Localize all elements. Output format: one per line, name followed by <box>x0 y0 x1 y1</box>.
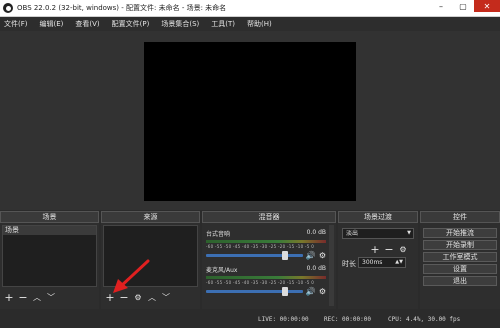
annotation-arrow-icon <box>113 259 150 293</box>
remove-transition-icon[interactable]: − <box>382 243 396 257</box>
channel-db: 0.0 dB <box>306 229 326 236</box>
status-bar: LIVE: 00:00:00 REC: 00:00:00 CPU: 4.4%, … <box>0 311 500 328</box>
add-transition-icon[interactable]: + <box>368 243 382 257</box>
menu-profile[interactable]: 配置文件(P) <box>112 19 150 29</box>
mixer-channels: 台式音响 0.0 dB -60 -55 -50 -45 -40 -35 -30 … <box>204 225 326 306</box>
meter-ticks: -60 -55 -50 -45 -40 -35 -30 -25 -20 -15 … <box>206 280 315 285</box>
duration-input[interactable]: 300ms ▲▼ <box>358 257 406 268</box>
close-button[interactable]: ✕ <box>474 0 500 12</box>
scenes-list[interactable]: 场景 <box>2 225 97 287</box>
channel-settings-gear-icon[interactable]: ⚙ <box>319 251 326 260</box>
scene-list-item[interactable]: 场景 <box>3 226 96 235</box>
cpu-status: CPU: 4.4%, 30.00 fps <box>388 316 461 323</box>
start-recording-button[interactable]: 开始录制 <box>423 240 497 250</box>
spin-arrows-icon[interactable]: ▲▼ <box>395 258 403 267</box>
title-bar: OBS 22.0.2 (32-bit, windows) - 配置文件: 未命名… <box>0 0 500 17</box>
menu-file[interactable]: 文件(F) <box>4 19 28 29</box>
meter-ticks: -60 -55 -50 -45 -40 -35 -30 -25 -20 -15 … <box>206 244 315 249</box>
exit-button[interactable]: 退出 <box>423 276 497 286</box>
transition-select[interactable]: 淡出 ▼ <box>342 228 414 239</box>
channel-settings-gear-icon[interactable]: ⚙ <box>319 287 326 296</box>
channel-name: 台式音响 <box>206 231 231 238</box>
mixer-dock: 混音器 台式音响 0.0 dB -60 -55 -50 -45 -40 -35 … <box>202 211 336 309</box>
mixer-scrollbar[interactable] <box>329 225 334 306</box>
volume-meter <box>206 276 326 279</box>
minimize-button[interactable]: – <box>430 0 452 12</box>
menu-tools[interactable]: 工具(T) <box>211 19 235 29</box>
scenes-dock: 场景 场景 + − ︿ ﹀ <box>0 211 99 309</box>
preview-canvas[interactable] <box>144 42 356 201</box>
move-down-icon[interactable]: ﹀ <box>44 291 58 305</box>
move-up-icon[interactable]: ︿ <box>30 291 44 305</box>
transition-select-value: 淡出 <box>346 230 359 237</box>
settings-button[interactable]: 设置 <box>423 264 497 274</box>
transitions-dock: 场景过渡 淡出 ▼ + − ⚙ 时长 300ms ▲▼ <box>338 211 418 309</box>
controls-dock-title: 控件 <box>420 211 500 223</box>
move-down-icon[interactable]: ﹀ <box>159 291 173 305</box>
menu-edit[interactable]: 编辑(E) <box>40 19 64 29</box>
mixer-dock-title: 混音器 <box>202 211 336 223</box>
duration-value: 300ms <box>362 259 383 266</box>
sources-dock-title: 来源 <box>101 211 200 223</box>
transition-buttons: + − ⚙ <box>368 243 410 257</box>
live-status: LIVE: 00:00:00 <box>258 316 309 323</box>
remove-scene-icon[interactable]: − <box>16 291 30 305</box>
menu-view[interactable]: 查看(V) <box>75 19 99 29</box>
scenes-dock-title: 场景 <box>0 211 99 223</box>
studio-mode-button[interactable]: 工作室模式 <box>423 252 497 262</box>
maximize-button[interactable]: ▢ <box>452 0 474 12</box>
menu-help[interactable]: 帮助(H) <box>247 19 272 29</box>
duration-label: 时长 <box>342 260 356 268</box>
speaker-icon[interactable]: 🔊 <box>306 251 316 260</box>
volume-slider[interactable] <box>206 251 303 260</box>
chevron-down-icon: ▼ <box>407 230 411 236</box>
menu-scene-collection[interactable]: 场景集合(S) <box>161 19 199 29</box>
channel-name: 麦克风/Aux <box>206 267 238 274</box>
transitions-dock-title: 场景过渡 <box>338 211 418 223</box>
mixer-channel: 麦克风/Aux 0.0 dB -60 -55 -50 -45 -40 -35 -… <box>206 265 326 301</box>
scenes-toolbar: + − ︿ ﹀ <box>2 290 97 306</box>
volume-slider[interactable] <box>206 287 303 296</box>
speaker-icon[interactable]: 🔊 <box>306 287 316 296</box>
volume-slider-knob[interactable] <box>282 287 289 296</box>
mixer-channel: 台式音响 0.0 dB -60 -55 -50 -45 -40 -35 -30 … <box>206 229 326 265</box>
rec-status: REC: 00:00:00 <box>324 316 371 323</box>
transition-settings-gear-icon[interactable]: ⚙ <box>396 243 410 257</box>
menu-bar: 文件(F) 编辑(E) 查看(V) 配置文件(P) 场景集合(S) 工具(T) … <box>0 17 500 31</box>
channel-db: 0.0 dB <box>306 265 326 272</box>
add-scene-icon[interactable]: + <box>2 291 16 305</box>
volume-meter <box>206 240 326 243</box>
obs-logo-icon <box>3 3 13 13</box>
window-title: OBS 22.0.2 (32-bit, windows) - 配置文件: 未命名… <box>17 4 227 12</box>
controls-dock: 控件 开始推流 开始录制 工作室模式 设置 退出 <box>420 211 500 309</box>
volume-slider-knob[interactable] <box>282 251 289 260</box>
start-streaming-button[interactable]: 开始推流 <box>423 228 497 238</box>
